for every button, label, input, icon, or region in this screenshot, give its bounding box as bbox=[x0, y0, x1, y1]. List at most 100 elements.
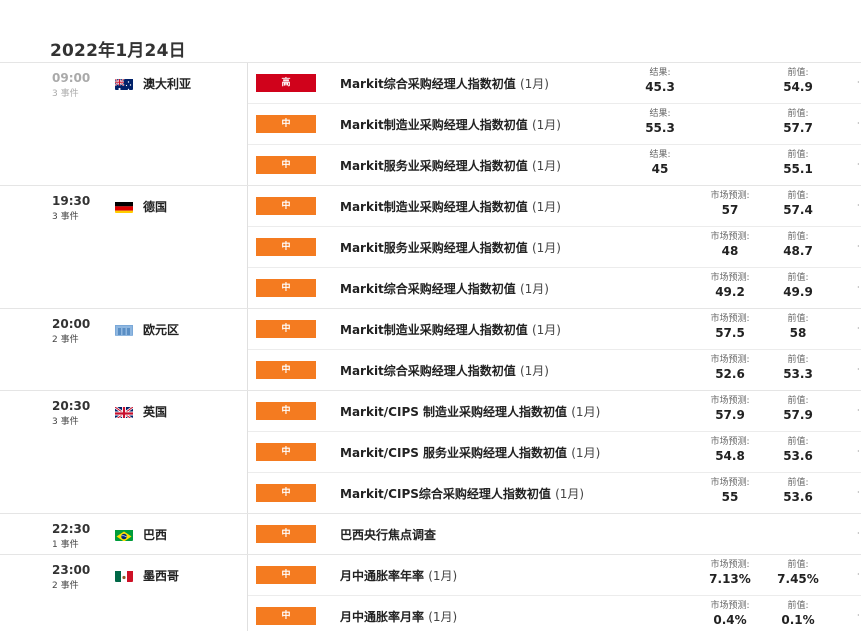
event-period: (1月) bbox=[428, 610, 458, 624]
event-period: (1月) bbox=[519, 282, 549, 296]
previous: 前值: 49.9 bbox=[768, 272, 828, 300]
forecast: 市场预测: 55 bbox=[700, 477, 760, 505]
forecast-label: 市场预测: bbox=[710, 437, 750, 447]
forecast-label: 市场预测: bbox=[710, 601, 750, 611]
event-name[interactable]: Markit综合采购经理人指数初值 (1月) bbox=[340, 362, 549, 379]
event-name[interactable]: Markit制造业采购经理人指数初值 (1月) bbox=[340, 321, 561, 338]
country: 英国 bbox=[115, 403, 167, 420]
previous-label: 前值: bbox=[787, 314, 809, 324]
importance-badge: 中 bbox=[256, 197, 316, 215]
country: 澳大利亚 bbox=[115, 75, 191, 92]
date-header: 2022年1月24日 bbox=[50, 41, 186, 61]
previous-label: 前值: bbox=[787, 109, 809, 119]
event-period: (1月) bbox=[519, 77, 549, 91]
event-name[interactable]: Markit/CIPS 制造业采购经理人指数初值 (1月) bbox=[340, 403, 600, 420]
forecast-value: 57.5 bbox=[715, 326, 745, 340]
event-row[interactable]: 中 Markit/CIPS综合采购经理人指数初值 (1月) 市场预测: 55 前值: 53… bbox=[248, 472, 861, 513]
previous-label: 前值: bbox=[787, 232, 809, 242]
forecast-value: 57.9 bbox=[715, 408, 745, 422]
germany-flag-icon bbox=[115, 200, 133, 213]
event-title: Markit/CIPS 服务业采购经理人指数初值 bbox=[340, 446, 568, 460]
row-edge-marker: · bbox=[857, 488, 860, 497]
event-title: Markit制造业采购经理人指数初值 bbox=[340, 118, 528, 132]
event-name[interactable]: Markit服务业采购经理人指数初值 (1月) bbox=[340, 157, 561, 174]
previous-value: 48.7 bbox=[783, 244, 813, 258]
economic-calendar: 2022年1月24日 09:00 3 事件 澳大利亚高 Markit综合采购经理人指数… bbox=[0, 0, 861, 631]
importance-badge: 中 bbox=[256, 525, 316, 543]
uk-flag-icon bbox=[115, 405, 133, 418]
group-info: 19:30 3 事件 德国 bbox=[52, 194, 242, 222]
previous-label: 前值: bbox=[787, 437, 809, 447]
previous-label: 前值: bbox=[787, 355, 809, 365]
importance-badge: 中 bbox=[256, 566, 316, 584]
event-title: Markit服务业采购经理人指数初值 bbox=[340, 159, 528, 173]
previous: 前值: 53.6 bbox=[768, 477, 828, 505]
row-edge-marker: · bbox=[857, 283, 860, 292]
previous: 前值: 57.9 bbox=[768, 395, 828, 423]
australia-flag-icon bbox=[115, 77, 133, 90]
country-name: 墨西哥 bbox=[143, 569, 180, 583]
previous-value: 53.6 bbox=[783, 449, 813, 463]
event-group: 09:00 3 事件 澳大利亚高 Markit综合采购经理人指数初值 (1月) 结果: 4… bbox=[0, 62, 861, 185]
previous-label: 前值: bbox=[787, 478, 809, 488]
event-group: 22:30 1 事件 巴西中 巴西央行焦点调查 · bbox=[0, 513, 861, 554]
event-row[interactable]: 中 Markit制造业采购经理人指数初值 (1月) 结果: 55.3 前值: 57.7 · bbox=[248, 103, 861, 144]
event-row[interactable]: 中 Markit制造业采购经理人指数初值 (1月) 市场预测: 57 前值: 57.4 · bbox=[248, 186, 861, 226]
forecast: 市场预测: 0.4% bbox=[700, 600, 760, 628]
event-name[interactable]: Markit综合采购经理人指数初值 (1月) bbox=[340, 280, 549, 297]
previous-label: 前值: bbox=[787, 191, 809, 201]
event-name[interactable]: Markit制造业采购经理人指数初值 (1月) bbox=[340, 198, 561, 215]
event-row[interactable]: 中 巴西央行焦点调查 · bbox=[248, 514, 861, 554]
event-row[interactable]: 中 Markit/CIPS 服务业采购经理人指数初值 (1月) 市场预测: 54.8 前… bbox=[248, 431, 861, 472]
event-row[interactable]: 中 月中通胀率年率 (1月) 市场预测: 7.13% 前值: 7.45% · bbox=[248, 555, 861, 595]
event-name[interactable]: 月中通胀率月率 (1月) bbox=[340, 608, 457, 625]
previous: 前值: 57.7 bbox=[768, 108, 828, 136]
event-row[interactable]: 中 Markit服务业采购经理人指数初值 (1月) 结果: 45 前值: 55.1 · bbox=[248, 144, 861, 185]
forecast-label: 市场预测: bbox=[710, 355, 750, 365]
row-edge-marker: · bbox=[857, 529, 860, 538]
event-row[interactable]: 中 Markit制造业采购经理人指数初值 (1月) 市场预测: 57.5 前值: 58 · bbox=[248, 309, 861, 349]
event-name[interactable]: Markit/CIPS综合采购经理人指数初值 (1月) bbox=[340, 485, 584, 502]
importance-badge: 中 bbox=[256, 279, 316, 297]
event-name[interactable]: Markit综合采购经理人指数初值 (1月) bbox=[340, 75, 549, 92]
event-row[interactable]: 中 月中通胀率月率 (1月) 市场预测: 0.4% 前值: 0.1% · bbox=[248, 595, 861, 631]
event-title: Markit综合采购经理人指数初值 bbox=[340, 77, 516, 91]
result-label: 结果: bbox=[649, 68, 671, 78]
previous: 前值: 53.3 bbox=[768, 354, 828, 382]
forecast: 市场预测: 52.6 bbox=[700, 354, 760, 382]
previous-label: 前值: bbox=[787, 601, 809, 611]
event-name[interactable]: Markit/CIPS 服务业采购经理人指数初值 (1月) bbox=[340, 444, 600, 461]
forecast-value: 57 bbox=[721, 203, 739, 217]
event-row[interactable]: 中 Markit/CIPS 制造业采购经理人指数初值 (1月) 市场预测: 57.9 前… bbox=[248, 391, 861, 431]
event-period: (1月) bbox=[531, 241, 561, 255]
previous-value: 57.9 bbox=[783, 408, 813, 422]
forecast: 市场预测: 49.2 bbox=[700, 272, 760, 300]
event-row[interactable]: 中 Markit服务业采购经理人指数初值 (1月) 市场预测: 48 前值: 48.7 · bbox=[248, 226, 861, 267]
importance-badge: 中 bbox=[256, 361, 316, 379]
country: 墨西哥 bbox=[115, 567, 179, 584]
event-title: 巴西央行焦点调查 bbox=[340, 528, 437, 542]
previous-value: 57.4 bbox=[783, 203, 813, 217]
event-title: 月中通胀率年率 bbox=[340, 569, 425, 583]
previous-label: 前值: bbox=[787, 150, 809, 160]
previous: 前值: 7.45% bbox=[768, 559, 828, 587]
event-row[interactable]: 中 Markit综合采购经理人指数初值 (1月) 市场预测: 52.6 前值: 53.3 · bbox=[248, 349, 861, 390]
forecast: 市场预测: 57.9 bbox=[700, 395, 760, 423]
previous: 前值: 54.9 bbox=[768, 67, 828, 95]
previous-value: 55.1 bbox=[783, 162, 813, 176]
event-row[interactable]: 高 Markit综合采购经理人指数初值 (1月) 结果: 45.3 前值: 54.9 · bbox=[248, 63, 861, 103]
result-label: 结果: bbox=[649, 150, 671, 160]
event-name[interactable]: 月中通胀率年率 (1月) bbox=[340, 567, 457, 584]
forecast: 市场预测: 57 bbox=[700, 190, 760, 218]
row-edge-marker: · bbox=[857, 201, 860, 210]
forecast: 市场预测: 57.5 bbox=[700, 313, 760, 341]
forecast-label: 市场预测: bbox=[710, 273, 750, 283]
event-name[interactable]: Markit服务业采购经理人指数初值 (1月) bbox=[340, 239, 561, 256]
row-edge-marker: · bbox=[857, 447, 860, 456]
previous-value: 57.7 bbox=[783, 121, 813, 135]
event-name[interactable]: 巴西央行焦点调查 bbox=[340, 526, 436, 543]
forecast: 市场预测: 54.8 bbox=[700, 436, 760, 464]
event-row[interactable]: 中 Markit综合采购经理人指数初值 (1月) 市场预测: 49.2 前值: 49.9 · bbox=[248, 267, 861, 308]
row-edge-marker: · bbox=[857, 119, 860, 128]
event-name[interactable]: Markit制造业采购经理人指数初值 (1月) bbox=[340, 116, 561, 133]
